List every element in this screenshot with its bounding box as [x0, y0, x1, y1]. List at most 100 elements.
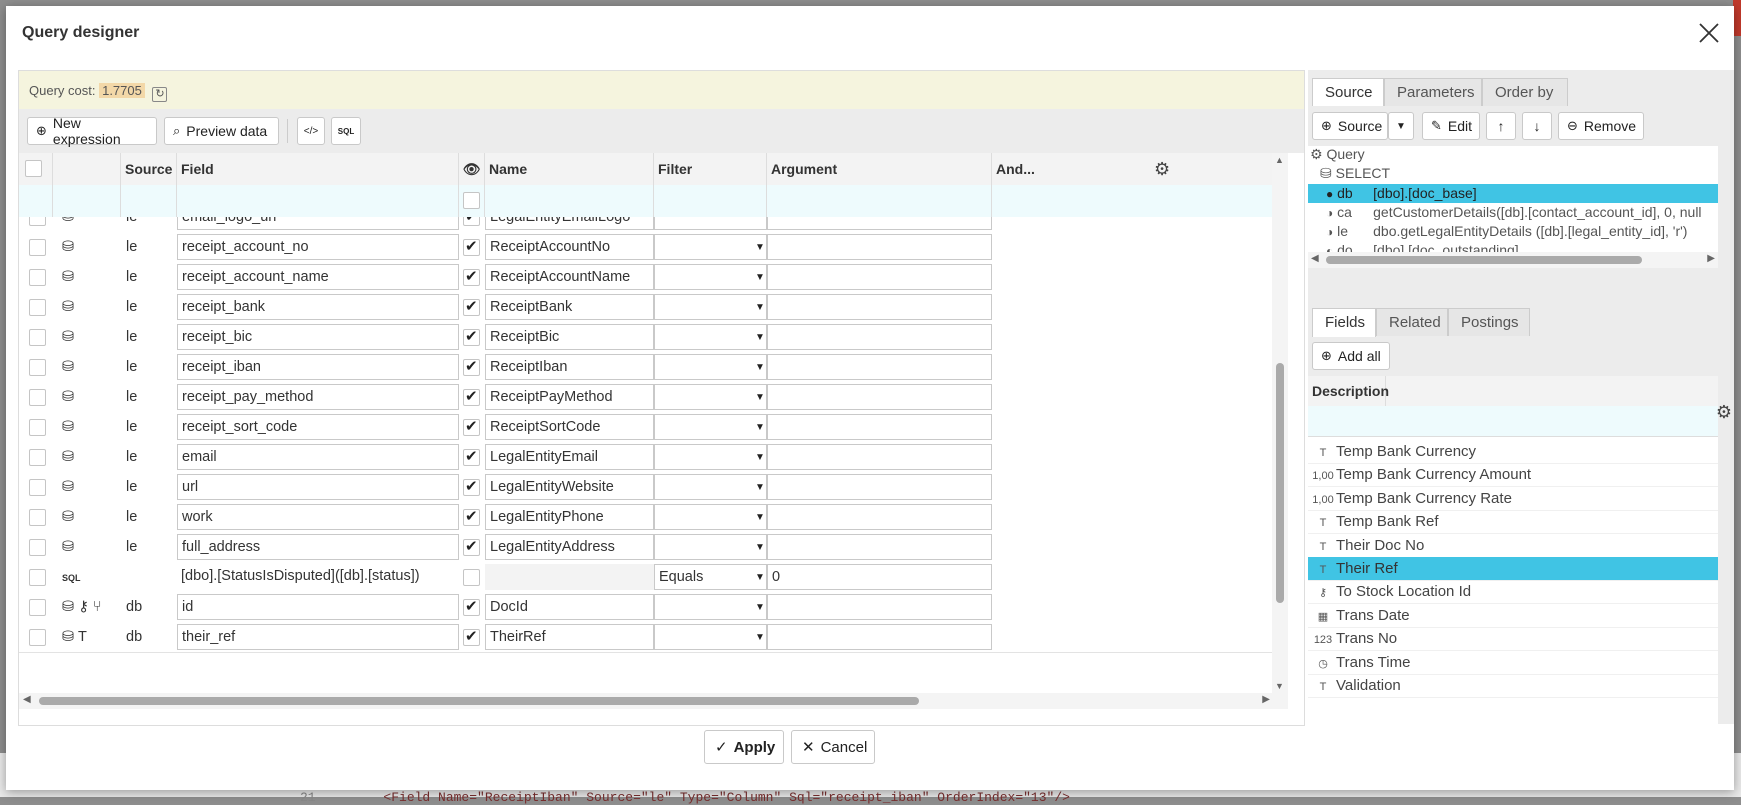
row-filter-select[interactable]: [654, 294, 767, 320]
grid-settings-gear-icon[interactable]: ⚙: [1154, 159, 1170, 180]
row-checkbox[interactable]: [29, 419, 46, 436]
row-name[interactable]: LegalEntityWebsite: [485, 474, 654, 500]
row-visible-checkbox[interactable]: [463, 267, 480, 286]
table-row[interactable]: ⛁ le receipt_account_no ReceiptAccountNo ▼: [19, 232, 1288, 263]
tree-source-item[interactable]: ◑ le dbo.getLegalEntityDetails ([db].[leg…: [1308, 222, 1718, 241]
table-row[interactable]: ⛁ le receipt_pay_method ReceiptPayMethod ▼: [19, 382, 1288, 413]
row-visible-checkbox[interactable]: [463, 327, 480, 346]
filter-visible-checkbox[interactable]: [463, 192, 480, 209]
field-list-item[interactable]: T Their Doc No: [1308, 534, 1718, 558]
row-argument[interactable]: [767, 324, 992, 350]
grid-horizontal-scrollbar[interactable]: ◀ ▶: [19, 693, 1288, 709]
field-list-item[interactable]: ◷ Trans Time: [1308, 651, 1718, 675]
chevron-down-icon[interactable]: ▼: [755, 512, 765, 523]
row-field[interactable]: id: [177, 594, 459, 620]
row-field[interactable]: full_address: [177, 534, 459, 560]
add-source-button[interactable]: ⊕ Source: [1312, 112, 1388, 140]
scroll-left-icon[interactable]: ◀: [1311, 253, 1319, 264]
row-name[interactable]: TheirRef: [485, 624, 654, 650]
row-visible-checkbox[interactable]: [463, 217, 480, 226]
field-list-item[interactable]: T Their Ref: [1308, 557, 1718, 581]
row-argument[interactable]: [767, 474, 992, 500]
chevron-down-icon[interactable]: ▼: [755, 542, 765, 553]
refresh-icon[interactable]: ↻: [152, 87, 168, 102]
chevron-down-icon[interactable]: ▼: [755, 572, 765, 583]
table-row[interactable]: ⛁ le url LegalEntityWebsite ▼: [19, 472, 1288, 503]
field-list-item[interactable]: 123 Trans No: [1308, 627, 1718, 652]
row-name[interactable]: ReceiptPayMethod: [485, 384, 654, 410]
code-view-button[interactable]: </>: [297, 117, 325, 145]
row-argument[interactable]: [767, 444, 992, 470]
field-list-item[interactable]: T Validation: [1308, 674, 1718, 698]
row-filter-select[interactable]: [654, 384, 767, 410]
row-name[interactable]: [485, 564, 654, 590]
tree-horizontal-scrollbar[interactable]: ◀ ▶: [1308, 252, 1718, 268]
scroll-right-icon[interactable]: ▶: [1707, 253, 1715, 264]
chevron-down-icon[interactable]: ▼: [755, 362, 765, 373]
table-row[interactable]: ⛁ le receipt_bic ReceiptBic ▼: [19, 322, 1288, 353]
row-name[interactable]: DocId: [485, 594, 654, 620]
row-filter-select[interactable]: [654, 474, 767, 500]
row-visible-checkbox[interactable]: [463, 569, 480, 586]
row-name[interactable]: LegalEntityPhone: [485, 504, 654, 530]
row-checkbox[interactable]: [29, 479, 46, 496]
chevron-down-icon[interactable]: ▼: [755, 602, 765, 613]
row-filter-select[interactable]: [654, 414, 767, 440]
fields-settings-gear-icon[interactable]: ⚙: [1716, 402, 1732, 423]
row-visible-checkbox[interactable]: [463, 597, 480, 616]
vertical-scroll-thumb[interactable]: [1276, 363, 1284, 603]
filter-source[interactable]: [121, 185, 177, 217]
row-filter-select[interactable]: [654, 264, 767, 290]
row-visible-checkbox[interactable]: [463, 627, 480, 646]
chevron-down-icon[interactable]: ▼: [755, 482, 765, 493]
row-name[interactable]: ReceiptBic: [485, 324, 654, 350]
row-filter-select[interactable]: [654, 534, 767, 560]
row-visible-checkbox[interactable]: [463, 417, 480, 436]
field-list-item[interactable]: 1,00 Temp Bank Currency Rate: [1308, 487, 1718, 511]
row-filter-select[interactable]: [654, 234, 767, 260]
column-header-and[interactable]: And...: [992, 153, 1172, 185]
edit-source-button[interactable]: ✎ Edit: [1422, 112, 1480, 140]
row-checkbox[interactable]: [29, 389, 46, 406]
row-filter-select[interactable]: [654, 324, 767, 350]
row-checkbox[interactable]: [29, 359, 46, 376]
row-filter-select[interactable]: [654, 624, 767, 650]
table-row[interactable]: ⛁ le full_address LegalEntityAddress ▼: [19, 532, 1288, 563]
row-field[interactable]: [dbo].[StatusIsDisputed]([db].[status]): [177, 564, 459, 590]
scroll-right-icon[interactable]: ▶: [1262, 694, 1270, 705]
tree-source-item[interactable]: ◑ ca getCustomerDetails([db].[contact_acc…: [1308, 203, 1718, 222]
tab-order-by[interactable]: Order by: [1482, 78, 1568, 106]
row-name[interactable]: LegalEntityEmail: [485, 444, 654, 470]
table-row[interactable]: SQL [dbo].[StatusIsDisputed]([db].[status…: [19, 562, 1288, 593]
tab-fields[interactable]: Fields: [1312, 308, 1376, 337]
chevron-down-icon[interactable]: ▼: [755, 452, 765, 463]
row-filter-select[interactable]: [654, 354, 767, 380]
horizontal-scroll-thumb[interactable]: [39, 697, 919, 705]
table-row[interactable]: ⛁ le receipt_bank ReceiptBank ▼: [19, 292, 1288, 323]
tab-source[interactable]: Source: [1312, 78, 1384, 107]
chevron-down-icon[interactable]: ▼: [755, 422, 765, 433]
visibility-header[interactable]: 👁: [459, 153, 485, 185]
sql-view-button[interactable]: SQL: [331, 117, 361, 145]
row-checkbox[interactable]: [29, 269, 46, 286]
row-name[interactable]: ReceiptBank: [485, 294, 654, 320]
grid-vertical-scrollbar[interactable]: ▲ ▼: [1272, 153, 1288, 693]
table-row[interactable]: ⛁ le receipt_sort_code ReceiptSortCode ▼: [19, 412, 1288, 443]
row-checkbox[interactable]: [29, 449, 46, 466]
row-filter-select[interactable]: [654, 444, 767, 470]
row-filter-select[interactable]: Equals: [654, 564, 767, 590]
row-field[interactable]: receipt_sort_code: [177, 414, 459, 440]
row-argument[interactable]: [767, 384, 992, 410]
row-field[interactable]: receipt_bank: [177, 294, 459, 320]
row-argument[interactable]: [767, 504, 992, 530]
scroll-up-icon[interactable]: ▲: [1275, 155, 1284, 165]
table-row[interactable]: ⛁ le work LegalEntityPhone ▼: [19, 502, 1288, 533]
column-header-filter[interactable]: Filter: [654, 153, 767, 185]
row-field[interactable]: work: [177, 504, 459, 530]
filter-filter[interactable]: [654, 185, 767, 217]
row-argument[interactable]: [767, 217, 992, 230]
row-name[interactable]: LegalEntityAddress: [485, 534, 654, 560]
add-all-button[interactable]: ⊕ Add all: [1312, 342, 1390, 370]
move-up-button[interactable]: ↑: [1486, 112, 1516, 140]
select-all-checkbox[interactable]: [25, 160, 42, 177]
